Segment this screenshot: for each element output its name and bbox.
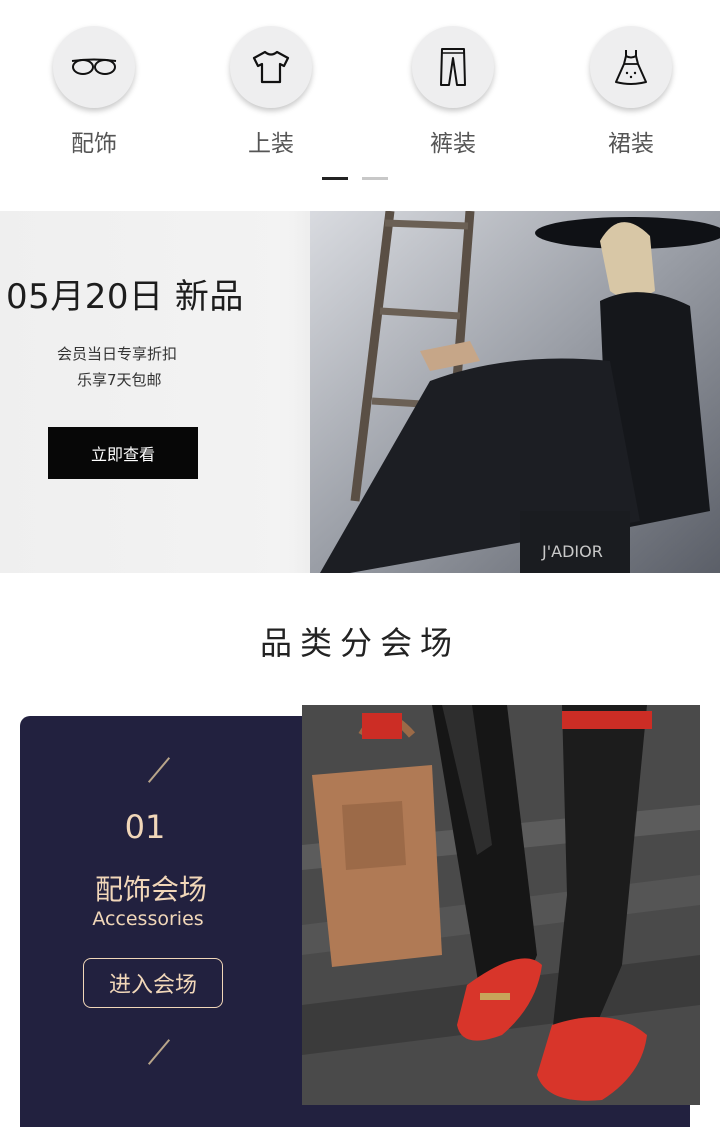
banner-model-photo: J'ADIOR [310, 211, 720, 573]
svg-text:J'ADIOR: J'ADIOR [541, 542, 603, 561]
view-now-button[interactable]: 立即查看 [48, 427, 198, 479]
banner-headline: 05月20日 新品 [6, 277, 244, 317]
category-label: 裤装 [430, 131, 476, 157]
venue-number: 01 [124, 808, 166, 846]
category-pants[interactable]: 裤装 [393, 26, 513, 166]
category-accessories[interactable]: 配饰 [34, 26, 154, 166]
promo-banner[interactable]: J'ADIOR 05月20日 新品 会员当日专享折扣 乐享7天包邮 立即查看 [0, 211, 720, 573]
accessories-photo [302, 705, 700, 1105]
decorative-slash [147, 757, 171, 783]
dress-icon [590, 26, 672, 108]
banner-line-2: 乐享7天包邮 [77, 371, 162, 389]
category-dresses[interactable]: 裙装 [571, 26, 691, 166]
category-label: 上装 [248, 131, 294, 157]
venue-title-en: Accessories [92, 908, 204, 930]
decorative-slash [147, 1039, 171, 1065]
tshirt-icon [230, 26, 312, 108]
category-nav: 配饰 上装 裤装 裙装 [0, 0, 720, 210]
banner-line-1: 会员当日专享折扣 [57, 345, 178, 363]
pager-dot[interactable] [362, 177, 388, 180]
section-title: 品类分会场 [259, 624, 460, 662]
category-tops[interactable]: 上装 [211, 26, 331, 166]
venue-title-cn: 配饰会场 [94, 873, 207, 906]
category-label: 裙装 [608, 131, 654, 157]
pants-icon [412, 26, 494, 108]
category-label: 配饰 [71, 131, 117, 157]
enter-venue-button[interactable]: 进入会场 [83, 958, 223, 1008]
glasses-icon [53, 26, 135, 108]
pager-dot-active[interactable] [322, 177, 348, 180]
carousel-pager [322, 177, 392, 181]
